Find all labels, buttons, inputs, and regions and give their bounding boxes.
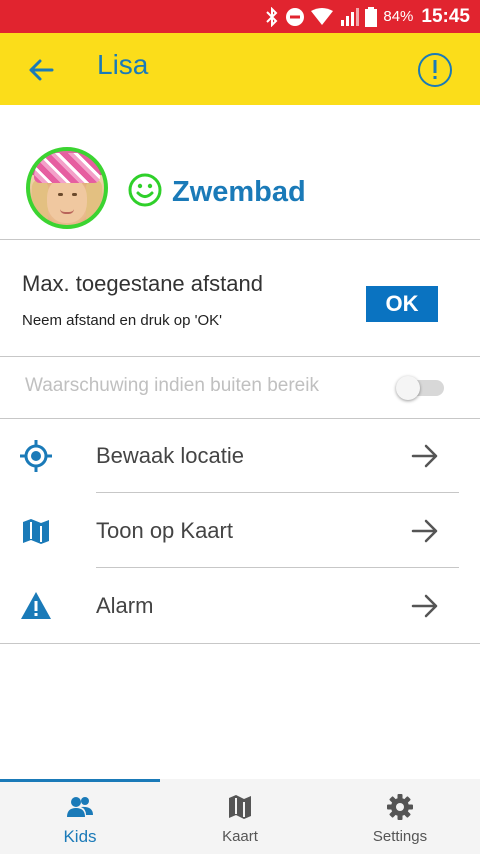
back-arrow-icon[interactable] — [26, 55, 56, 85]
ok-button[interactable]: OK — [366, 286, 438, 322]
tab-kids[interactable]: Kids — [0, 779, 160, 854]
gear-icon — [386, 793, 414, 821]
arrow-right-icon — [410, 592, 440, 620]
avatar-cap — [34, 153, 100, 183]
tab-label: Kaart — [222, 828, 258, 845]
kids-icon — [66, 793, 94, 821]
bluetooth-icon — [265, 6, 279, 27]
battery-icon — [365, 6, 378, 27]
page-title: Lisa — [97, 49, 149, 80]
app-bar: Lisa — [0, 33, 480, 105]
tab-settings[interactable]: Settings — [320, 779, 480, 854]
menu-item-bewaak-locatie[interactable]: Bewaak locatie — [0, 418, 480, 492]
divider — [0, 239, 480, 240]
map-icon — [20, 515, 52, 547]
divider — [0, 356, 480, 357]
do-not-disturb-icon — [285, 7, 305, 27]
arrow-right-icon — [410, 442, 440, 470]
wifi-icon — [311, 7, 334, 26]
bottom-navigation: Kids Kaart Settings — [0, 779, 480, 854]
map-icon — [226, 793, 254, 821]
menu-item-toon-op-kaart[interactable]: Toon op Kaart — [0, 493, 480, 567]
avatar-eye — [58, 193, 63, 196]
status-time: 15:45 — [421, 5, 470, 27]
profile-header: Zwembad — [0, 105, 480, 240]
warning-toggle[interactable] — [396, 376, 446, 400]
tab-label: Settings — [372, 828, 428, 845]
place-name: Zwembad — [172, 176, 306, 208]
smiley-icon — [128, 173, 162, 207]
toggle-thumb — [396, 376, 420, 400]
info-icon[interactable] — [417, 52, 453, 88]
arrow-right-icon — [410, 517, 440, 545]
location-target-icon — [20, 440, 52, 472]
status-bar: 84% 15:45 — [0, 0, 480, 33]
tab-kaart[interactable]: Kaart — [160, 779, 320, 854]
battery-percent: 84% — [383, 8, 414, 25]
avatar-hair — [32, 179, 48, 225]
avatar[interactable] — [26, 147, 108, 229]
warning-label: Waarschuwing indien buiten bereik — [25, 375, 319, 396]
menu-item-label: Alarm — [96, 593, 154, 618]
warning-triangle-icon — [20, 590, 52, 622]
tab-label: Kids — [63, 827, 97, 846]
distance-title: Max. toegestane afstand — [22, 271, 263, 296]
avatar-hair — [86, 179, 102, 225]
signal-icon — [339, 7, 360, 26]
avatar-face — [47, 177, 87, 223]
avatar-eye — [72, 193, 77, 196]
divider — [0, 643, 480, 644]
menu-item-label: Toon op Kaart — [96, 518, 233, 543]
distance-subtitle: Neem afstand en druk op 'OK' — [22, 312, 223, 329]
menu-item-label: Bewaak locatie — [96, 443, 244, 468]
menu-item-alarm[interactable]: Alarm — [0, 568, 480, 642]
